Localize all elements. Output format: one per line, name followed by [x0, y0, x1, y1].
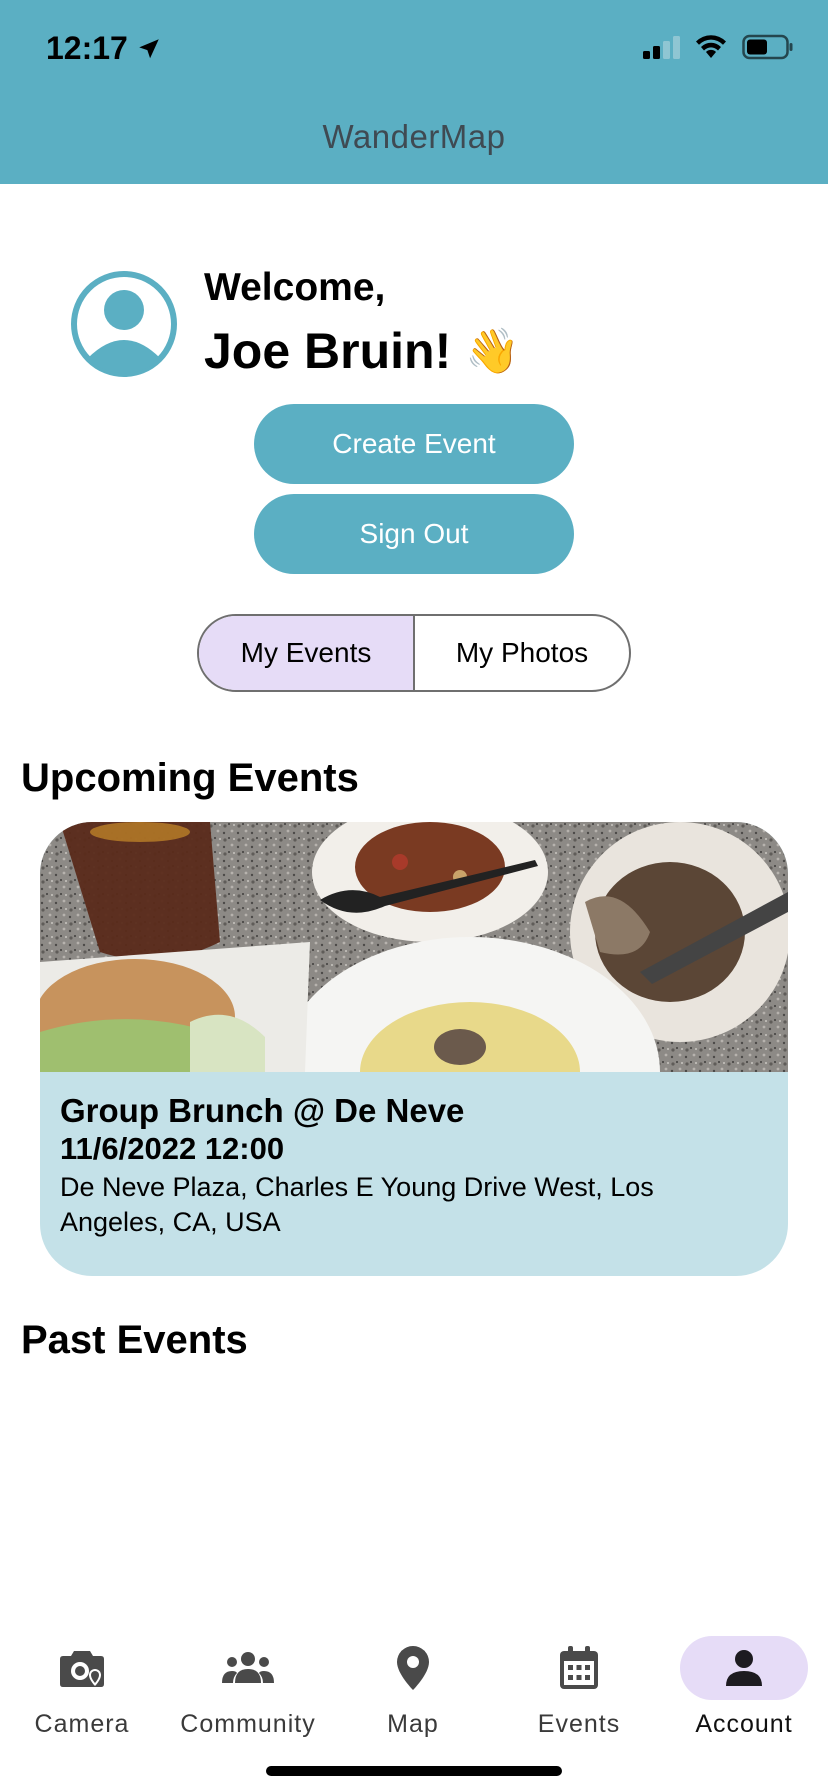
sign-out-button[interactable]: Sign Out: [254, 494, 574, 574]
tab-community-label: Community: [180, 1710, 316, 1738]
tab-map-label: Map: [387, 1710, 439, 1738]
app-title: WanderMap: [322, 118, 506, 155]
app-header: 12:17 WanderMap: [0, 0, 828, 184]
event-datetime: 11/6/2022 12:00: [60, 1131, 285, 1166]
create-event-button[interactable]: Create Event: [254, 404, 574, 484]
past-events-heading: Past Events: [21, 1318, 248, 1362]
welcome-text: Welcome,: [204, 266, 386, 309]
event-details: Group Brunch @ De Neve 11/6/2022 12:00 D…: [60, 1092, 764, 1240]
home-indicator: [266, 1766, 562, 1776]
community-icon: [222, 1652, 274, 1683]
event-title: Group Brunch @ De Neve: [60, 1092, 465, 1129]
calendar-icon: [560, 1646, 598, 1689]
tab-map[interactable]: Map: [338, 1636, 488, 1756]
event-location: De Neve Plaza, Charles E Young Drive Wes…: [60, 1172, 654, 1237]
upcoming-events-heading: Upcoming Events: [21, 756, 359, 800]
battery-icon: [742, 34, 793, 60]
location-arrow-icon: [139, 38, 159, 58]
camera-icon: [60, 1651, 104, 1687]
tab-community-icon-wrap: [184, 1636, 312, 1700]
tab-events-icon-wrap: [515, 1636, 643, 1700]
waving-hand-icon: 👋: [465, 327, 521, 376]
wifi-icon: [696, 35, 726, 58]
tab-camera-label: Camera: [34, 1710, 130, 1738]
tab-map-icon-wrap: [349, 1636, 477, 1700]
status-indicators: [642, 34, 794, 60]
events-photos-toggle: My Events My Photos: [197, 614, 631, 692]
map-pin-icon: [397, 1646, 429, 1690]
my-photos-tab[interactable]: My Photos: [415, 616, 629, 690]
user-name-text: Joe Bruin!: [204, 323, 452, 379]
user-name: Joe Bruin! 👋: [204, 322, 520, 380]
tab-account[interactable]: Account: [669, 1636, 819, 1756]
tab-events-label: Events: [537, 1710, 621, 1738]
status-time-text: 12:17: [46, 30, 128, 66]
my-events-tab[interactable]: My Events: [199, 616, 415, 690]
tab-camera[interactable]: Camera: [7, 1636, 157, 1756]
tab-camera-icon-wrap: [18, 1636, 146, 1700]
avatar-icon[interactable]: [70, 270, 178, 378]
cellular-signal-icon: [643, 36, 680, 59]
tab-events[interactable]: Events: [504, 1636, 654, 1756]
tab-community[interactable]: Community: [173, 1636, 323, 1756]
tab-account-icon-wrap: [680, 1636, 808, 1700]
event-photo: [40, 822, 788, 1072]
event-card[interactable]: Group Brunch @ De Neve 11/6/2022 12:00 D…: [40, 822, 788, 1276]
status-time: 12:17: [46, 30, 162, 67]
account-icon: [726, 1650, 762, 1686]
tab-account-label: Account: [695, 1710, 793, 1738]
